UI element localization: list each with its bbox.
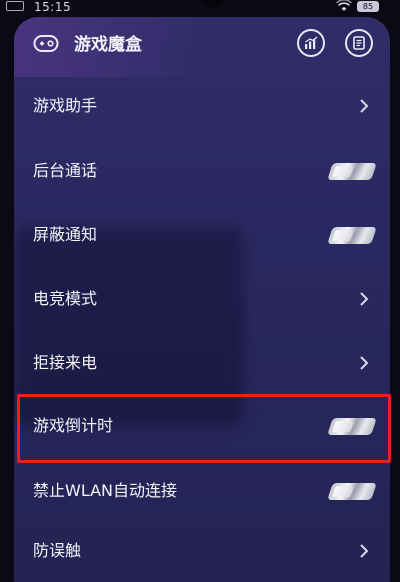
setting-row-reject-calls[interactable]: 拒接来电 [14, 331, 390, 395]
page-title: 游戏魔盒 [74, 35, 142, 55]
chevron-right-icon [360, 544, 369, 558]
setting-label: 禁止WLAN自动连接 [33, 481, 178, 500]
setting-row-disable-wlan-auto-connect: 禁止WLAN自动连接 [14, 459, 390, 523]
setting-row-esports-mode[interactable]: 电竞模式 [14, 267, 390, 331]
chevron-right-icon [360, 356, 369, 370]
panel-header: 游戏魔盒 [14, 17, 390, 72]
battery-icon: 85 [357, 1, 379, 12]
wifi-icon [336, 0, 352, 11]
camera-notch [203, 0, 223, 8]
setting-row-background-call: 后台通话 [14, 139, 390, 203]
notes-icon [353, 36, 365, 50]
chevron-right-icon [360, 292, 369, 306]
game-mode-icon [6, 1, 24, 11]
chevron-right-icon [360, 99, 369, 113]
gamepad-icon [33, 35, 59, 52]
block-notifications-toggle[interactable] [327, 227, 377, 244]
stats-button[interactable] [297, 29, 325, 57]
setting-label: 屏蔽通知 [33, 225, 98, 244]
phone-screen: 15:15 85 游戏魔盒 游戏助手 后台通话 屏蔽通知 电竞模式 拒接来电 游… [0, 0, 400, 582]
background-call-toggle[interactable] [327, 163, 377, 180]
setting-label: 防误触 [33, 541, 82, 560]
setting-label: 电竞模式 [33, 289, 98, 308]
setting-label: 游戏助手 [33, 96, 98, 115]
setting-row-game-assistant[interactable]: 游戏助手 [14, 74, 390, 138]
game-countdown-toggle[interactable] [327, 418, 377, 435]
setting-row-anti-mistouch[interactable]: 防误触 [14, 519, 390, 582]
notes-button[interactable] [345, 29, 373, 57]
disable-wlan-auto-connect-toggle[interactable] [327, 483, 377, 500]
status-time: 15:15 [34, 0, 72, 14]
setting-row-game-countdown: 游戏倒计时 [14, 394, 390, 458]
setting-label: 拒接来电 [33, 353, 98, 372]
stats-icon [305, 36, 318, 49]
setting-row-block-notifications: 屏蔽通知 [14, 203, 390, 267]
setting-label: 游戏倒计时 [33, 416, 114, 435]
setting-label: 后台通话 [33, 161, 98, 180]
status-bar: 15:15 85 [0, 0, 400, 16]
